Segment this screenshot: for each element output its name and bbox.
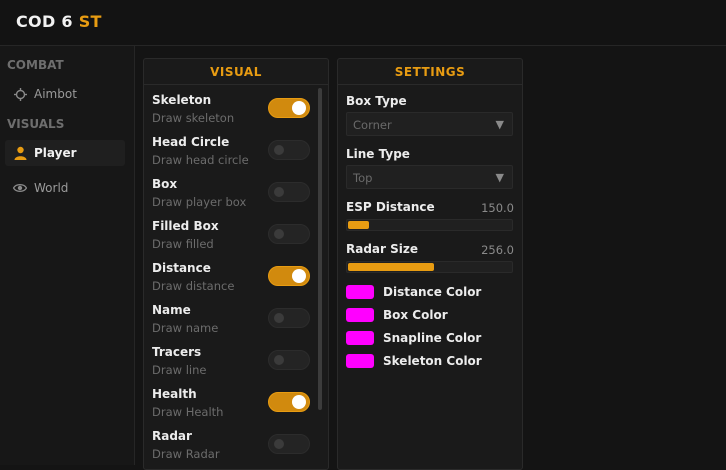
sidebar-item-player[interactable]: Player (5, 140, 125, 166)
user-icon (13, 146, 27, 160)
option-toggle[interactable] (268, 98, 310, 118)
option-description: Draw distance (152, 279, 235, 293)
sidebar-item-label: World (34, 181, 69, 195)
visual-option-row: Name Draw name (152, 303, 312, 343)
option-description: Draw Health (152, 405, 224, 419)
option-toggle[interactable] (268, 224, 310, 244)
line-type-label: Line Type (346, 147, 410, 161)
toggle-knob (274, 145, 284, 155)
visual-option-row: Box Draw player box (152, 177, 312, 217)
sidebar-section-visuals: VISUALS (7, 117, 65, 131)
option-toggle[interactable] (268, 434, 310, 454)
option-description: Draw filled (152, 237, 214, 251)
esp-distance-slider[interactable] (346, 219, 513, 231)
chevron-down-icon: ▼ (495, 118, 504, 131)
radar-size-slider-fill (348, 263, 434, 271)
toggle-knob (274, 355, 284, 365)
option-toggle[interactable] (268, 308, 310, 328)
radar-size-value: 256.0 (481, 243, 514, 257)
option-description: Draw Radar (152, 447, 220, 461)
option-title: Box (152, 177, 178, 191)
color-swatch[interactable] (346, 285, 374, 299)
eye-icon (13, 181, 27, 195)
toggle-knob (274, 439, 284, 449)
color-option-row: Box Color (346, 307, 448, 323)
toggle-knob (274, 229, 284, 239)
color-swatch[interactable] (346, 331, 374, 345)
toggle-knob (292, 395, 306, 409)
toggle-knob (292, 269, 306, 283)
visual-scrollbar[interactable] (318, 88, 322, 410)
settings-panel-title: SETTINGS (338, 59, 522, 85)
option-description: Draw line (152, 363, 207, 377)
option-description: Draw name (152, 321, 219, 335)
option-toggle[interactable] (268, 266, 310, 286)
color-swatch[interactable] (346, 354, 374, 368)
app-title-accent: ST (78, 12, 102, 31)
sidebar: COMBAT Aimbot VISUALS Player World (0, 46, 135, 465)
color-option-row: Snapline Color (346, 330, 481, 346)
option-toggle[interactable] (268, 182, 310, 202)
color-swatch[interactable] (346, 308, 374, 322)
sidebar-item-world[interactable]: World (5, 175, 125, 201)
sidebar-section-combat: COMBAT (7, 58, 64, 72)
box-type-select[interactable]: Corner ▼ (346, 112, 513, 136)
app-title-main: COD 6 (16, 12, 73, 31)
chevron-down-icon: ▼ (495, 171, 504, 184)
radar-size-label: Radar Size (346, 242, 418, 256)
visual-option-row: Tracers Draw line (152, 345, 312, 385)
sidebar-item-label: Player (34, 146, 77, 160)
color-label: Snapline Color (383, 331, 482, 345)
visual-option-row: Distance Draw distance (152, 261, 312, 301)
visual-option-row: Filled Box Draw filled (152, 219, 312, 259)
color-option-row: Distance Color (346, 284, 481, 300)
top-bar: COD 6 ST (0, 0, 726, 46)
color-label: Box Color (383, 308, 448, 322)
option-title: Health (152, 387, 197, 401)
toggle-knob (292, 101, 306, 115)
visual-option-row: Skeleton Draw skeleton (152, 93, 312, 133)
option-title: Distance (152, 261, 211, 275)
crosshair-icon (13, 87, 27, 101)
option-title: Name (152, 303, 191, 317)
line-type-select[interactable]: Top ▼ (346, 165, 513, 189)
sidebar-item-aimbot[interactable]: Aimbot (5, 81, 125, 107)
option-title: Skeleton (152, 93, 212, 107)
option-description: Draw head circle (152, 153, 249, 167)
toggle-knob (274, 187, 284, 197)
visual-option-row: Radar Draw Radar (152, 429, 312, 469)
visual-option-row: Head Circle Draw head circle (152, 135, 312, 175)
option-title: Tracers (152, 345, 202, 359)
box-type-label: Box Type (346, 94, 407, 108)
visual-panel: VISUAL Skeleton Draw skeleton Head Circle D… (143, 58, 329, 470)
esp-distance-value: 150.0 (481, 201, 514, 215)
option-title: Filled Box (152, 219, 219, 233)
box-type-value: Corner (353, 118, 392, 132)
esp-distance-label: ESP Distance (346, 200, 435, 214)
option-toggle[interactable] (268, 350, 310, 370)
visual-option-row: Health Draw Health (152, 387, 312, 427)
visual-panel-title: VISUAL (144, 59, 328, 85)
sidebar-item-label: Aimbot (34, 87, 77, 101)
option-title: Head Circle (152, 135, 230, 149)
toggle-knob (274, 313, 284, 323)
app-title: COD 6 ST (16, 12, 102, 31)
radar-size-slider[interactable] (346, 261, 513, 273)
line-type-value: Top (353, 171, 373, 185)
option-description: Draw skeleton (152, 111, 235, 125)
option-toggle[interactable] (268, 140, 310, 160)
option-title: Radar (152, 429, 192, 443)
color-label: Skeleton Color (383, 354, 482, 368)
color-option-row: Skeleton Color (346, 353, 482, 369)
esp-distance-slider-fill (348, 221, 369, 229)
color-label: Distance Color (383, 285, 482, 299)
settings-panel: SETTINGS Box Type Corner ▼ Line Type Top… (337, 58, 523, 470)
option-description: Draw player box (152, 195, 247, 209)
option-toggle[interactable] (268, 392, 310, 412)
